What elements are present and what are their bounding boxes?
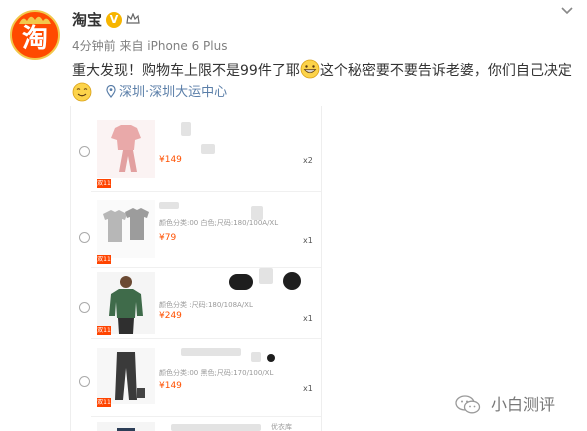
obscured-text xyxy=(159,202,179,209)
item-spec: 颜色分类:00 黑色;尺码:170/100/XL xyxy=(159,369,274,377)
product-thumbnail xyxy=(97,422,155,431)
obscured-text xyxy=(251,352,261,362)
obscured-text xyxy=(201,144,215,154)
item-price: ¥149 xyxy=(159,155,182,165)
grey-tshirts-image xyxy=(97,200,155,258)
select-radio[interactable] xyxy=(79,302,90,313)
promo-tag: 双11 xyxy=(97,326,111,335)
divider xyxy=(91,416,321,417)
location-label: 深圳·深圳大运中心 xyxy=(119,85,228,100)
grin-emoji xyxy=(300,59,320,79)
post-text: 重大发现！购物车上限不是99件了耶 这个秘密要不要告诉老婆，你们自己决定 xyxy=(72,59,582,82)
obscured-text xyxy=(229,274,253,290)
promo-tag: 双11 xyxy=(97,255,111,264)
post-text-part2: 这个秘密要不要告诉老婆，你们自己决定 xyxy=(319,63,572,79)
post-meta: 4分钟前 来自 iPhone 6 Plus xyxy=(72,38,227,54)
obscured-text xyxy=(181,122,191,136)
obscured-text xyxy=(181,348,241,356)
chevron-down-icon[interactable] xyxy=(560,6,574,16)
item-price: ¥249 xyxy=(159,311,182,321)
item-price: ¥79 xyxy=(159,233,177,243)
product-thumbnail xyxy=(97,120,155,178)
verified-icon: V xyxy=(106,12,122,28)
select-radio[interactable] xyxy=(79,376,90,387)
smile-emoji xyxy=(72,82,92,102)
location-pin-icon xyxy=(106,85,116,98)
item-qty: x1 xyxy=(303,384,313,393)
avatar[interactable]: 淘 xyxy=(10,10,60,60)
member-crown-icon xyxy=(126,13,140,24)
promo-tag: 双11 xyxy=(97,398,111,407)
product-thumbnail xyxy=(97,348,155,404)
obscured-text xyxy=(267,354,275,362)
item-store-label: 优衣库 xyxy=(271,423,292,431)
item-spec: 颜色分类 :尺码:180/108A/XL xyxy=(159,301,253,309)
post-time[interactable]: 4分钟前 xyxy=(72,39,116,53)
item-spec: 颜色分类:00 白色;尺码:180/100A/XL xyxy=(159,219,279,227)
product-thumbnail xyxy=(97,200,155,258)
post-source: 来自 iPhone 6 Plus xyxy=(119,39,228,53)
obscured-text xyxy=(283,272,301,290)
account-name[interactable]: 淘宝 xyxy=(72,10,102,30)
divider xyxy=(91,191,321,192)
item-qty: x1 xyxy=(303,236,313,245)
wechat-icon xyxy=(455,395,481,414)
item-qty: x2 xyxy=(303,156,313,165)
pink-pajamas-image xyxy=(97,120,155,178)
location-link[interactable]: 深圳·深圳大运中心 xyxy=(106,84,227,102)
post-text-part1: 重大发现！购物车上限不是99件了耶 xyxy=(72,63,300,79)
item-price: ¥149 xyxy=(159,381,182,391)
green-sweater-model-image xyxy=(97,272,155,334)
divider xyxy=(91,267,321,268)
product-thumbnail xyxy=(97,272,155,334)
item-qty: x1 xyxy=(303,314,313,323)
divider xyxy=(91,338,321,339)
select-radio[interactable] xyxy=(79,232,90,243)
product-image-partial xyxy=(97,422,155,431)
promo-tag: 双11 xyxy=(97,179,111,188)
obscured-text xyxy=(171,424,261,431)
black-trousers-image xyxy=(97,348,155,404)
cart-screenshot[interactable]: ¥149 x2 双11 颜色分类:00 白色;尺码:180/100A/XL ¥7… xyxy=(70,106,322,431)
select-radio[interactable] xyxy=(79,146,90,157)
obscured-text xyxy=(259,268,273,284)
avatar-logo: 淘 xyxy=(21,24,48,54)
watermark-text: 小白测评 xyxy=(491,395,556,414)
